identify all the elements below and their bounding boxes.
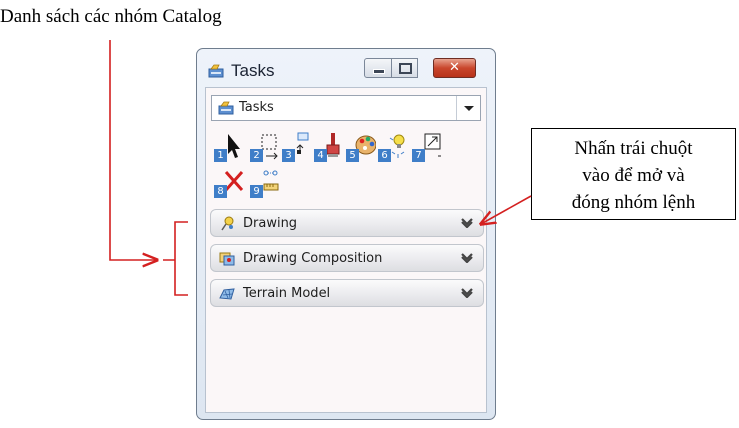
catalog-leader-line — [109, 40, 157, 260]
group-bracket — [163, 221, 188, 296]
annotation-arrows — [109, 40, 532, 296]
callout-arrow — [481, 195, 532, 224]
